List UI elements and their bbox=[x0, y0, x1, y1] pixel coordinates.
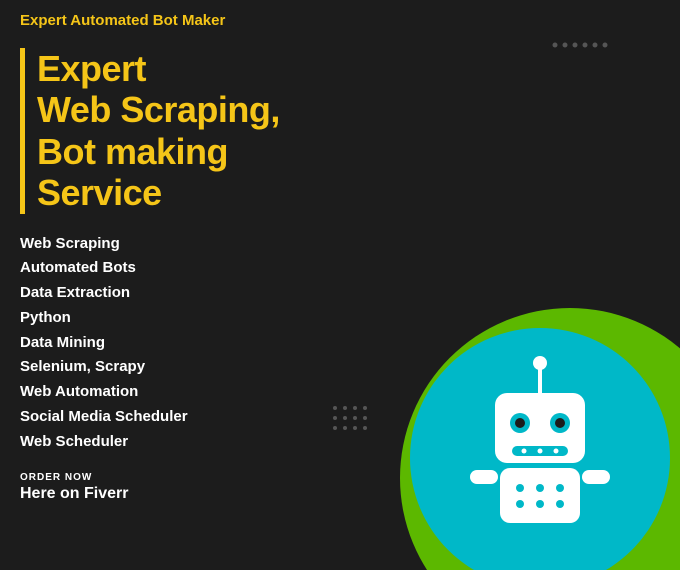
order-label: ORDER NOW bbox=[20, 472, 354, 483]
main-container: Expert Automated Bot Maker Expert Web Sc… bbox=[0, 0, 680, 570]
order-section: ORDER NOW Here on Fiverr bbox=[20, 472, 354, 503]
top-title: Expert Automated Bot Maker bbox=[20, 12, 225, 29]
service-item: Python bbox=[20, 306, 354, 331]
service-item: Web Scraping bbox=[20, 232, 354, 257]
service-item: Web Automation bbox=[20, 380, 354, 405]
heading-block: Expert Web Scraping, Bot making Service bbox=[20, 48, 354, 214]
right-side bbox=[374, 40, 680, 568]
left-side: Expert Web Scraping, Bot making Service … bbox=[0, 40, 374, 568]
service-item: Data Extraction bbox=[20, 281, 354, 306]
services-list: Web ScrapingAutomated BotsData Extractio… bbox=[20, 232, 354, 455]
robot-illustration bbox=[440, 338, 660, 558]
top-bar: Expert Automated Bot Maker bbox=[0, 0, 680, 40]
main-content: Expert Web Scraping, Bot making Service … bbox=[0, 40, 680, 568]
service-item: Data Mining bbox=[20, 331, 354, 356]
service-item: Selenium, Scrapy bbox=[20, 355, 354, 380]
service-item: Automated Bots bbox=[20, 256, 354, 281]
service-item: Social Media Scheduler bbox=[20, 405, 354, 430]
heading-text: Expert Web Scraping, Bot making Service bbox=[37, 48, 354, 214]
service-item: Web Scheduler bbox=[20, 430, 354, 455]
order-link[interactable]: Here on Fiverr bbox=[20, 485, 354, 503]
